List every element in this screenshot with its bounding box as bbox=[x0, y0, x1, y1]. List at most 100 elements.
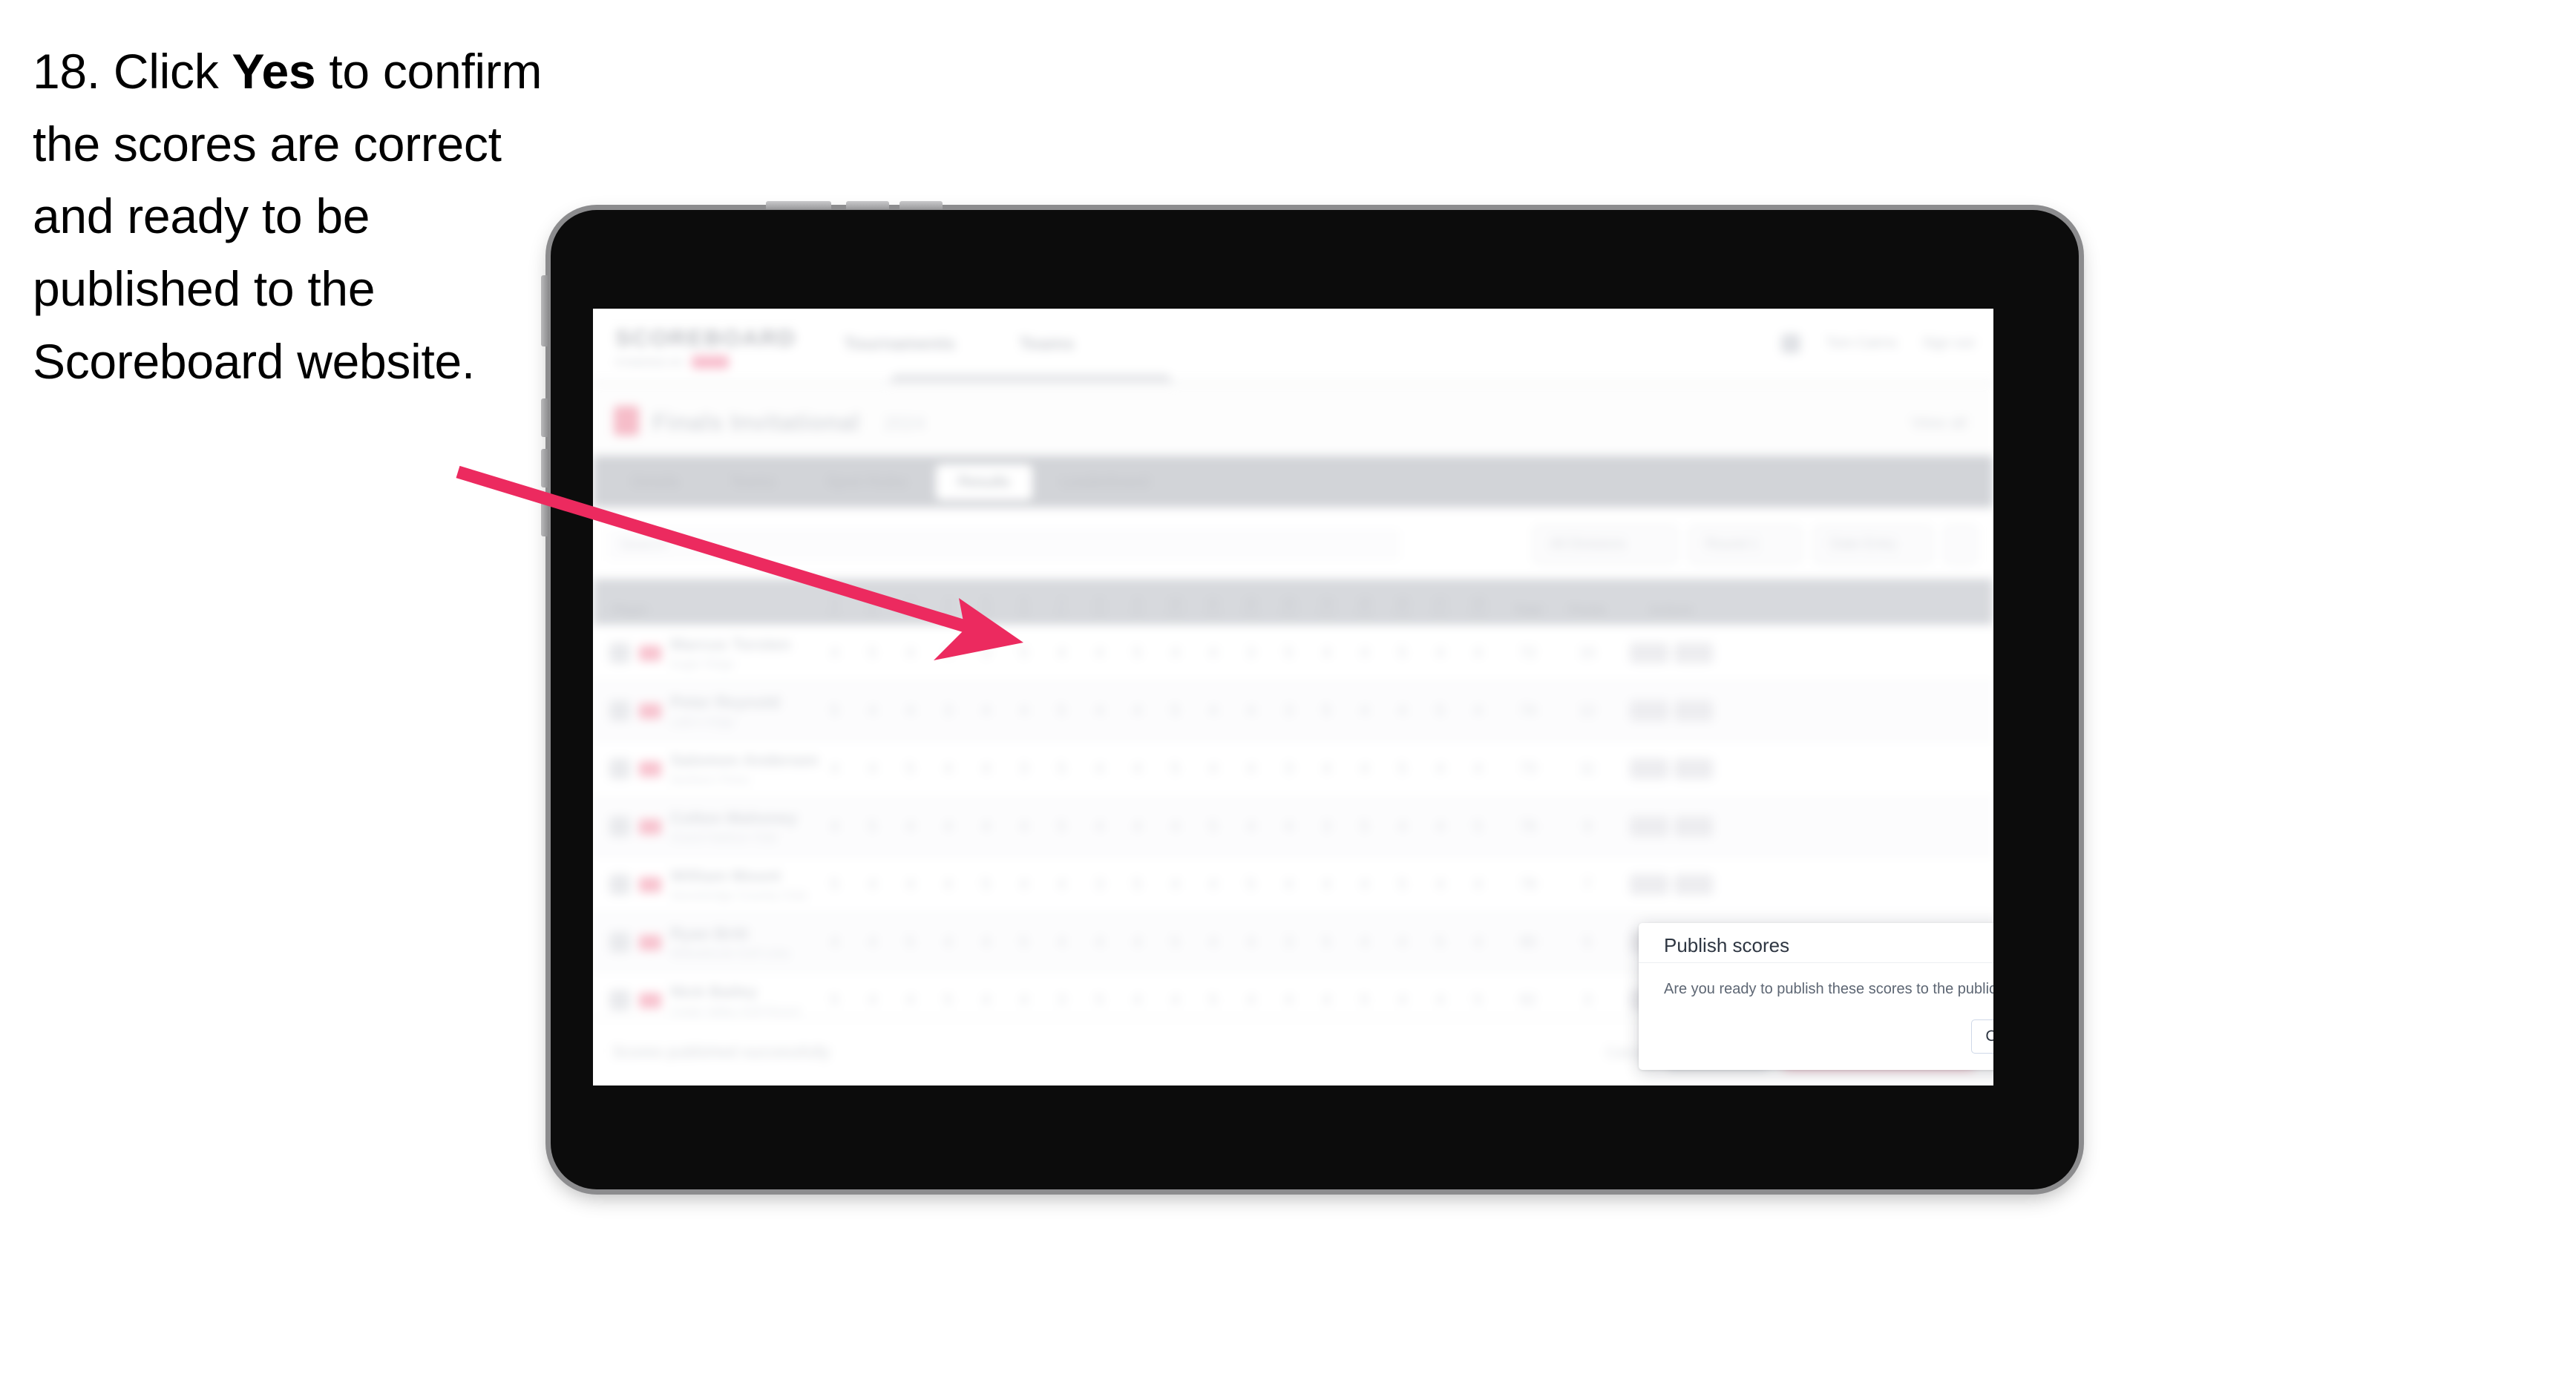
score-cell-hole-6[interactable]: 4 bbox=[1005, 683, 1043, 739]
score-cell-hole-13[interactable]: 4 bbox=[1270, 856, 1308, 913]
score-cell-hole-2[interactable]: 4 bbox=[853, 856, 891, 913]
score-cell-hole-16[interactable]: 5 bbox=[1383, 856, 1421, 913]
score-cell-hole-7[interactable]: 4 bbox=[1043, 856, 1081, 913]
row-checkbox[interactable] bbox=[609, 758, 630, 779]
score-cell-hole-18[interactable]: 4 bbox=[1459, 914, 1497, 970]
score-cell-hole-9[interactable]: 5 bbox=[1118, 625, 1156, 681]
score-cell-hole-10[interactable]: 5 bbox=[1156, 683, 1194, 739]
action-edit-button[interactable] bbox=[1630, 700, 1668, 721]
score-cell-hole-10[interactable]: 4 bbox=[1156, 798, 1194, 855]
table-row[interactable]: Marcus Torsten Eagle Ridge 4 5 4 4 3 5 4 4 5 4 4 3 5 4 4… bbox=[593, 625, 1993, 683]
score-cell-hole-11[interactable]: 4 bbox=[1194, 683, 1232, 739]
score-cell-hole-2[interactable]: 4 bbox=[853, 683, 891, 739]
score-cell-hole-1[interactable]: 4 bbox=[816, 914, 853, 970]
table-row[interactable]: Peter Reynold Lake's Edge 5 4 4 3 4 4 5 4 4 5 4 4 3 5 4 4… bbox=[593, 683, 1993, 740]
header-nav-teams[interactable]: Teams bbox=[1019, 334, 1074, 355]
score-cell-hole-9[interactable]: 4 bbox=[1118, 740, 1156, 797]
score-cell-hole-4[interactable]: 3 bbox=[929, 683, 967, 739]
score-cell-hole-15[interactable]: 5 bbox=[1346, 798, 1383, 855]
score-cell-hole-18[interactable]: 4 bbox=[1459, 683, 1497, 739]
score-cell-hole-13[interactable]: 4 bbox=[1270, 798, 1308, 855]
score-cell-hole-8[interactable]: 4 bbox=[1081, 683, 1118, 739]
score-cell-hole-1[interactable]: 5 bbox=[816, 683, 853, 739]
score-cell-hole-3[interactable]: 5 bbox=[891, 914, 929, 970]
score-cell-hole-3[interactable]: 4 bbox=[891, 683, 929, 739]
score-cell-hole-2[interactable]: 5 bbox=[853, 625, 891, 681]
score-cell-hole-12[interactable]: 5 bbox=[1232, 856, 1270, 913]
score-cell-hole-2[interactable]: 4 bbox=[853, 914, 891, 970]
row-checkbox[interactable] bbox=[609, 700, 630, 721]
score-cell-hole-16[interactable]: 4 bbox=[1383, 914, 1421, 970]
score-cell-hole-4[interactable]: 4 bbox=[929, 914, 967, 970]
score-cell-hole-14[interactable]: 5 bbox=[1308, 914, 1346, 970]
row-checkbox[interactable] bbox=[609, 643, 630, 663]
score-cell-hole-12[interactable]: 4 bbox=[1232, 914, 1270, 970]
action-edit-button[interactable] bbox=[1630, 643, 1668, 663]
score-cell-hole-5[interactable]: 3 bbox=[967, 625, 1005, 681]
tab-leaderboard[interactable]: Leaderboard bbox=[1038, 464, 1171, 500]
score-cell-hole-18[interactable]: 4 bbox=[1459, 625, 1497, 681]
score-cell-hole-8[interactable]: 3 bbox=[1081, 856, 1118, 913]
tab-results[interactable]: Results bbox=[935, 464, 1032, 500]
score-cell-hole-3[interactable]: 5 bbox=[891, 740, 929, 797]
score-cell-hole-9[interactable]: 4 bbox=[1118, 798, 1156, 855]
table-row[interactable]: William Mount Stonebridge Country Club 5 4 4… bbox=[593, 856, 1993, 914]
score-cell-hole-11[interactable]: 4 bbox=[1194, 740, 1232, 797]
score-cell-hole-1[interactable]: 5 bbox=[816, 856, 853, 913]
score-cell-hole-15[interactable]: 4 bbox=[1346, 914, 1383, 970]
tab-details[interactable]: Details bbox=[609, 464, 701, 500]
table-row[interactable]: Colton Mahoney Grand Harbour Club 4 5 4 4 4 4 5 4… bbox=[593, 798, 1993, 856]
score-cell-hole-14[interactable]: 4 bbox=[1308, 740, 1346, 797]
score-cell-hole-2[interactable]: 5 bbox=[853, 798, 891, 855]
score-cell-hole-16[interactable]: 4 bbox=[1383, 683, 1421, 739]
score-cell-hole-7[interactable]: 4 bbox=[1043, 914, 1081, 970]
score-cell-hole-6[interactable]: 4 bbox=[1005, 856, 1043, 913]
score-cell-hole-16[interactable]: 5 bbox=[1383, 740, 1421, 797]
action-void-button[interactable] bbox=[1674, 816, 1713, 837]
score-cell-hole-7[interactable]: 5 bbox=[1043, 798, 1081, 855]
score-cell-hole-10[interactable]: 5 bbox=[1156, 914, 1194, 970]
score-cell-hole-1[interactable]: 4 bbox=[816, 798, 853, 855]
score-cell-hole-6[interactable]: 5 bbox=[1005, 914, 1043, 970]
action-void-button[interactable] bbox=[1674, 758, 1713, 779]
score-cell-hole-7[interactable]: 5 bbox=[1043, 740, 1081, 797]
score-cell-hole-1[interactable]: 4 bbox=[816, 740, 853, 797]
mute-button[interactable] bbox=[541, 498, 549, 536]
score-cell-hole-6[interactable]: 5 bbox=[1005, 625, 1043, 681]
score-cell-hole-9[interactable]: 5 bbox=[1118, 856, 1156, 913]
score-cell-hole-4[interactable]: 4 bbox=[929, 625, 967, 681]
score-cell-hole-13[interactable]: 3 bbox=[1270, 683, 1308, 739]
score-cell-hole-12[interactable]: 4 bbox=[1232, 798, 1270, 855]
power-button[interactable] bbox=[541, 275, 549, 346]
score-cell-hole-15[interactable]: 4 bbox=[1346, 683, 1383, 739]
score-cell-hole-6[interactable]: 3 bbox=[1005, 740, 1043, 797]
score-cell-hole-12[interactable]: 4 bbox=[1232, 740, 1270, 797]
score-cell-hole-10[interactable]: 4 bbox=[1156, 625, 1194, 681]
score-cell-hole-15[interactable]: 4 bbox=[1346, 856, 1383, 913]
score-cell-hole-18[interactable]: 5 bbox=[1459, 798, 1497, 855]
score-cell-hole-17[interactable]: 4 bbox=[1421, 740, 1459, 797]
score-cell-hole-16[interactable]: 5 bbox=[1383, 625, 1421, 681]
score-cell-hole-14[interactable]: 4 bbox=[1308, 625, 1346, 681]
action-edit-button[interactable] bbox=[1630, 758, 1668, 779]
score-cell-hole-9[interactable]: 4 bbox=[1118, 914, 1156, 970]
row-checkbox[interactable] bbox=[609, 990, 630, 1011]
row-checkbox[interactable] bbox=[609, 932, 630, 953]
action-edit-button[interactable] bbox=[1630, 816, 1668, 837]
score-cell-hole-4[interactable]: 4 bbox=[929, 740, 967, 797]
score-cell-hole-11[interactable]: 5 bbox=[1194, 798, 1232, 855]
score-cell-hole-3[interactable]: 4 bbox=[891, 625, 929, 681]
score-cell-hole-5[interactable]: 4 bbox=[967, 683, 1005, 739]
action-void-button[interactable] bbox=[1674, 643, 1713, 663]
score-cell-hole-7[interactable]: 5 bbox=[1043, 683, 1081, 739]
score-cell-hole-12[interactable]: 3 bbox=[1232, 625, 1270, 681]
table-row[interactable]: Salomon Andersen Northern Pines 4 4 5 4 4 3 5 4 4 5… bbox=[593, 740, 1993, 798]
score-cell-hole-3[interactable]: 4 bbox=[891, 856, 929, 913]
score-cell-hole-4[interactable]: 4 bbox=[929, 798, 967, 855]
score-cell-hole-9[interactable]: 4 bbox=[1118, 683, 1156, 739]
score-cell-hole-13[interactable]: 5 bbox=[1270, 625, 1308, 681]
volume-down-button[interactable] bbox=[541, 449, 549, 487]
search-input[interactable]: Search bbox=[606, 528, 1400, 561]
score-cell-hole-11[interactable]: 4 bbox=[1194, 914, 1232, 970]
score-cell-hole-8[interactable]: 4 bbox=[1081, 798, 1118, 855]
